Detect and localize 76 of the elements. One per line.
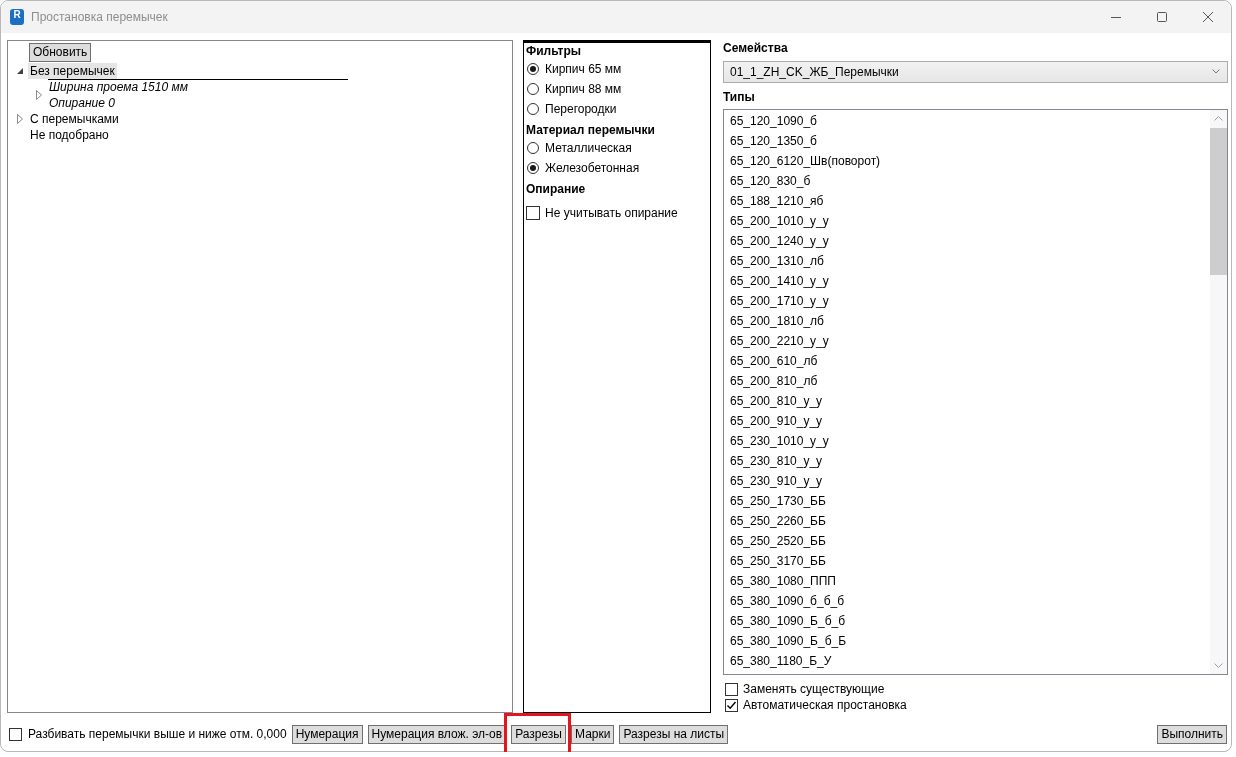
family-dropdown[interactable]: 01_1_ZH_CK_ЖБ_Перемычки — [723, 61, 1228, 83]
list-item[interactable]: 65_200_1310_лб — [724, 250, 1210, 271]
list-item[interactable]: 65_200_810_у_у — [724, 390, 1210, 411]
tree-item[interactable]: Не подобрано — [28, 127, 111, 143]
list-item[interactable]: 65_200_1710_у_у — [724, 290, 1210, 311]
collapsed-caret-icon[interactable] — [35, 90, 42, 100]
scrollbar-thumb[interactable] — [1210, 127, 1227, 275]
list-item[interactable]: 65_250_1730_ББ — [724, 490, 1210, 511]
checkbox[interactable] — [9, 727, 22, 741]
list-item[interactable]: 65_200_2210_у_у — [724, 330, 1210, 351]
list-item[interactable]: 65_380_1090_Б_б_Б — [724, 630, 1210, 651]
section-heading: Фильтры — [526, 43, 583, 59]
radio-label[interactable]: Металлическая — [545, 140, 632, 156]
radio-button[interactable] — [527, 83, 539, 95]
radio-label[interactable]: Кирпич 65 мм — [545, 61, 622, 77]
expanded-caret-icon[interactable] — [16, 68, 23, 74]
list-item[interactable]: 65_120_6120_Шв(поворот) — [724, 150, 1210, 171]
tree-item[interactable]: С перемычками — [28, 111, 121, 127]
tree-item-title: Ширина проема 1510 мм — [49, 79, 188, 95]
list-item[interactable]: 65_200_1240_у_у — [724, 230, 1210, 251]
checkbox-label[interactable]: Разбивать перемычки выше и ниже отм. 0,000 — [28, 727, 287, 741]
list-item[interactable]: 65_230_910_у_у — [724, 470, 1210, 491]
list-item[interactable]: 65_380_1090_Б_б_б — [724, 610, 1210, 631]
collapsed-caret-icon[interactable] — [16, 114, 23, 124]
list-item[interactable]: 65_200_1410_у_у — [724, 270, 1210, 291]
section-heading: Материал перемычки — [526, 122, 656, 138]
checkbox-label[interactable]: Не учитывать опирание — [545, 205, 678, 221]
checkbox[interactable] — [725, 682, 738, 696]
tree-item[interactable]: Без перемычек — [28, 63, 117, 79]
checkbox-label[interactable]: Заменять существующие — [743, 681, 885, 697]
radio-label[interactable]: Перегородки — [545, 101, 617, 117]
list-item[interactable]: 65_250_2260_ББ — [724, 510, 1210, 531]
maximize-icon — [1157, 12, 1167, 22]
radio-button[interactable] — [527, 63, 539, 75]
radio-label[interactable]: Железобетонная — [545, 160, 640, 176]
scrollbar[interactable] — [1210, 109, 1227, 674]
list-item[interactable]: 65_250_2520_ББ — [724, 530, 1210, 551]
radio-button[interactable] — [527, 162, 539, 174]
action-button[interactable]: Нумерация — [291, 724, 363, 744]
list-item[interactable]: 65_200_810_лб — [724, 370, 1210, 391]
checkbox[interactable] — [725, 698, 738, 712]
field-label: Типы — [723, 88, 755, 105]
tree-item[interactable]: Ширина проема 1510 мм Опирание 0 — [47, 79, 190, 111]
action-button[interactable]: Нумерация влож. эл-ов — [367, 724, 507, 744]
app-icon: R — [10, 9, 24, 25]
chevron-down-icon — [1212, 69, 1220, 75]
action-button[interactable]: Разрезы — [511, 724, 566, 744]
list-item[interactable]: 65_380_1180_Б_У — [724, 650, 1210, 671]
action-button[interactable]: Разрезы на листы — [619, 724, 729, 744]
list-item[interactable]: 65_200_1010_у_у — [724, 210, 1210, 231]
radio-button[interactable] — [527, 142, 539, 154]
close-icon — [1203, 12, 1213, 22]
list-item[interactable]: 65_200_910_у_у — [724, 410, 1210, 431]
list-item[interactable]: 65_200_1810_лб — [724, 310, 1210, 331]
checkbox-label[interactable]: Автоматическая простановка — [743, 697, 907, 713]
refresh-button[interactable]: Обновить — [29, 43, 92, 62]
checkbox[interactable] — [526, 206, 540, 220]
list-item[interactable]: 65_120_1350_б — [724, 130, 1210, 151]
list-item[interactable]: 65_188_1210_яб — [724, 190, 1210, 211]
list-item[interactable]: 65_120_830_б — [724, 170, 1210, 191]
radio-button[interactable] — [527, 103, 539, 115]
list-item[interactable]: 65_250_3170_ББ — [724, 550, 1210, 571]
list-item[interactable]: 65_120_1090_б — [724, 110, 1210, 131]
list-item[interactable]: 65_380_1080_ППП — [724, 570, 1210, 591]
radio-label[interactable]: Кирпич 88 мм — [545, 81, 622, 97]
list-item[interactable]: 65_230_1010_у_у — [724, 430, 1210, 451]
minimize-icon — [1111, 16, 1121, 18]
tree-item-detail: Опирание 0 — [49, 95, 116, 111]
window-title: Простановка перемычек — [31, 10, 168, 24]
action-button[interactable]: Марки — [571, 724, 615, 744]
field-label: Семейства — [723, 40, 788, 56]
list-item[interactable]: 65_200_610_лб — [724, 350, 1210, 371]
section-heading: Опирание — [526, 181, 587, 197]
list-item[interactable]: 65_380_1090_б_б_б — [724, 590, 1210, 611]
list-item[interactable]: 65_230_810_у_у — [724, 450, 1210, 471]
run-button[interactable]: Выполнить — [1157, 724, 1227, 744]
